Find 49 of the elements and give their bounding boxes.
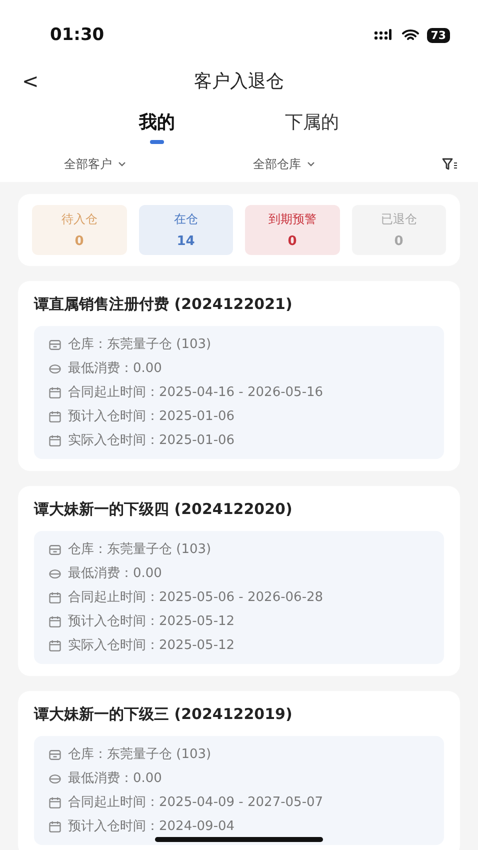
- filter-icon[interactable]: [442, 158, 458, 170]
- caret-icon: [307, 161, 315, 167]
- customer-card[interactable]: 谭大妹新一的下级四 (2024122020) 仓库：东莞量子仓 (103) 最低消费：0.00 合同起止时间：2025-05-06 - 2026-06-28 预计入仓时间：2025-05-12 实际入仓时间：2025-05-12: [18, 486, 460, 676]
- detail-text: 最低消费：0.00: [68, 360, 162, 377]
- calendar-icon: [48, 410, 62, 424]
- tab[interactable]: 我的: [139, 110, 175, 144]
- detail-text: 预计入仓时间：2025-01-06: [68, 408, 235, 425]
- status-time: 01:30: [50, 25, 104, 45]
- coin-icon: [48, 566, 62, 580]
- customer-title: 谭大妹新一的下级三 (2024122019): [34, 705, 294, 724]
- calendar-icon: [48, 638, 62, 652]
- filter-dropdown[interactable]: 全部客户: [64, 156, 126, 172]
- detail-text: 最低消费：0.00: [68, 770, 162, 787]
- detail-text: 预计入仓时间：2024-09-04: [68, 818, 235, 835]
- detail-text: 实际入仓时间：2025-05-12: [68, 637, 235, 654]
- customer-card[interactable]: 谭大妹新一的下级三 (2024122019) 仓库：东莞量子仓 (103) 最低消费：0.00 合同起止时间：2025-04-09 - 2027-05-07 预计入仓时间：2024-09-04: [18, 691, 460, 850]
- coin-icon: [48, 772, 62, 786]
- calendar-icon: [48, 590, 62, 604]
- detail-text: 合同起止时间：2025-05-06 - 2026-06-28: [68, 589, 324, 606]
- customer-title: 谭大妹新一的下级四 (2024122020): [34, 500, 294, 519]
- back-button[interactable]: <: [22, 69, 52, 93]
- calendar-icon: [48, 820, 62, 834]
- calendar-icon: [48, 434, 62, 448]
- customer-card[interactable]: 谭直属销售注册付费 (2024122021) 仓库：东莞量子仓 (103) 最低消费：0.00 合同起止时间：2025-04-16 - 2026-05-16 预计入仓时间：2025-01-06 实际入仓时间：2025-01-06: [18, 281, 460, 471]
- detail-text: 预计入仓时间：2025-05-12: [68, 613, 235, 630]
- calendar-icon: [48, 386, 62, 400]
- detail-text: 合同起止时间：2025-04-09 - 2027-05-07: [68, 794, 324, 811]
- caret-icon: [118, 161, 126, 167]
- detail-text: 最低消费：0.00: [68, 565, 162, 582]
- warehouse-icon: [48, 542, 62, 556]
- detail-text: 实际入仓时间：2025-01-06: [68, 432, 235, 449]
- warehouse-icon: [48, 748, 62, 762]
- customer-title: 谭直属销售注册付费 (2024122021): [34, 295, 294, 314]
- calendar-icon: [48, 796, 62, 810]
- detail-text: 合同起止时间：2025-04-16 - 2026-05-16: [68, 384, 324, 401]
- wifi-icon: [402, 28, 419, 42]
- status-filter[interactable]: 到期预警 0: [245, 205, 340, 255]
- detail-text: 仓库：东莞量子仓 (103): [68, 746, 212, 763]
- detail-text: 仓库：东莞量子仓 (103): [68, 336, 212, 353]
- battery-level: 73: [426, 28, 450, 42]
- page-title: 客户入退仓: [193, 70, 285, 93]
- filter-dropdown[interactable]: 全部仓库: [253, 156, 315, 172]
- tab[interactable]: 下属的: [285, 110, 339, 144]
- status-filter[interactable]: 在仓 14: [138, 205, 233, 255]
- detail-text: 仓库：东莞量子仓 (103): [68, 541, 212, 558]
- warehouse-icon: [48, 338, 62, 352]
- calendar-icon: [48, 614, 62, 628]
- signal-icon: [374, 29, 394, 41]
- coin-icon: [48, 362, 62, 376]
